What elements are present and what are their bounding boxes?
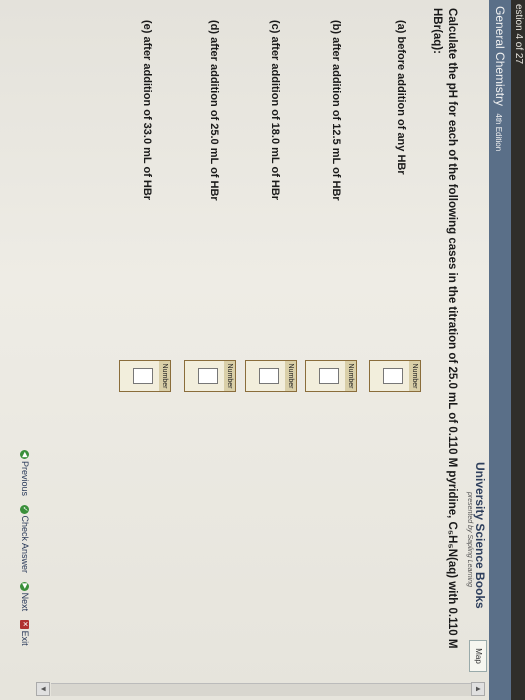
scrollbar[interactable] <box>51 683 471 696</box>
part-b-label: (b) after addition of 12.5 mL of HBr <box>330 20 342 201</box>
map-button[interactable]: Map <box>469 640 487 672</box>
part-b-number-label: Number <box>345 361 356 391</box>
part-a-answer[interactable]: Number <box>369 360 421 392</box>
check-icon: ✓ <box>19 504 29 514</box>
exit-label: Exit <box>20 630 30 646</box>
map-button-label: Map <box>474 648 483 664</box>
part-e-answer[interactable]: Number <box>119 360 171 392</box>
part-b-answer[interactable]: Number <box>305 360 357 392</box>
check-answer-button[interactable]: ✓Check Answer <box>19 504 30 576</box>
next-arrow-icon: ▶ <box>19 581 29 591</box>
publisher-brand: University Science Books presented by Sa… <box>466 462 487 609</box>
part-c-number-label: Number <box>285 361 296 391</box>
part-a-number-input[interactable] <box>383 368 403 384</box>
navigation-footer: ◀ Previous ✓Check Answer ▶Next ✕Exit <box>19 450 30 652</box>
part-d-label: (d) after addition of 25.0 mL of HBr <box>208 20 220 201</box>
previous-arrow-icon: ◀ <box>19 450 29 459</box>
app-edition: 4th Edition <box>494 113 503 152</box>
next-button[interactable]: ▶Next <box>19 581 30 614</box>
part-e-label: (e) after addition of 33.0 mL of HBr <box>141 20 153 201</box>
exit-icon: ✕ <box>19 619 29 629</box>
part-c-number-input[interactable] <box>259 368 279 384</box>
question-text: Calculate the pH for each of the followi… <box>431 8 458 649</box>
part-a-number-label: Number <box>409 361 420 391</box>
part-c-answer[interactable]: Number <box>245 360 297 392</box>
check-answer-label: Check Answer <box>20 515 30 574</box>
part-d-answer[interactable]: Number <box>184 360 236 392</box>
app-title: General Chemistry <box>493 6 507 107</box>
rotated-screen: estion 4 of 27 General Chemistry 4th Edi… <box>0 0 525 700</box>
exit-button[interactable]: ✕Exit <box>19 619 30 646</box>
part-e-number-label: Number <box>159 361 170 391</box>
previous-button[interactable]: ◀ Previous <box>19 450 30 499</box>
next-label: Next <box>20 592 30 612</box>
part-c-label: (c) after addition of 18.0 mL of HBr <box>269 20 281 201</box>
question-counter-bar: estion 4 of 27 <box>511 0 525 700</box>
app-header: General Chemistry 4th Edition <box>489 0 511 700</box>
part-b-number-input[interactable] <box>319 368 339 384</box>
previous-label: Previous <box>20 461 30 497</box>
publisher-subtitle: presented by Sapling Learning <box>466 492 473 587</box>
part-d-number-label: Number <box>224 361 235 391</box>
question-counter: estion 4 of 27 <box>513 4 524 65</box>
scroll-down-arrow-icon[interactable]: ▼ <box>36 682 50 696</box>
publisher-name: University Science Books <box>473 462 487 609</box>
part-e-number-input[interactable] <box>133 368 153 384</box>
part-d-number-input[interactable] <box>198 368 218 384</box>
scroll-up-arrow-icon[interactable]: ▲ <box>471 682 485 696</box>
part-a-label: (a) before addition of any HBr <box>395 20 407 175</box>
